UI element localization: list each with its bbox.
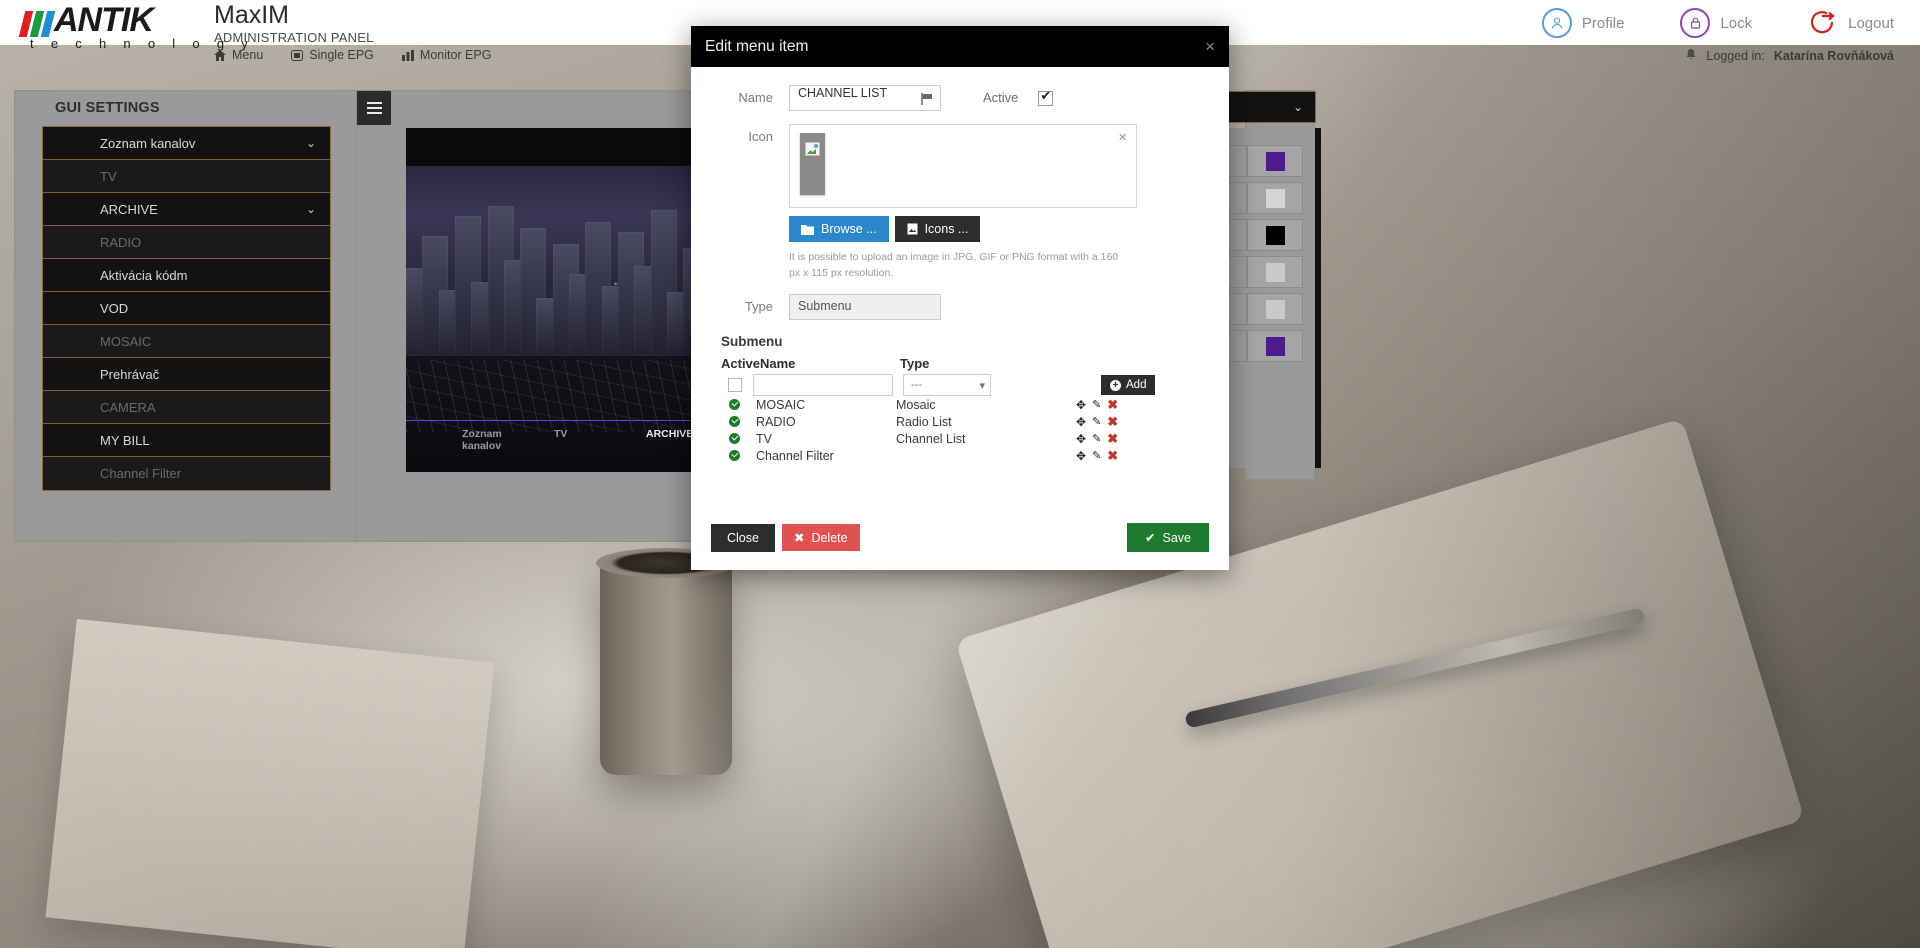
icons-button[interactable]: Icons ... xyxy=(894,216,981,242)
dialog-footer: Close ✖ Delete ✔ Save xyxy=(691,509,1229,570)
close-button[interactable]: Close xyxy=(711,523,775,552)
save-button[interactable]: ✔ Save xyxy=(1127,523,1209,552)
flag-icon[interactable] xyxy=(921,92,934,110)
edit-pencil-icon[interactable]: ✎ xyxy=(1092,432,1101,445)
submenu-table: Active Name Type --- ▾ + Add MOSAIC Mosai… xyxy=(721,356,1176,464)
dialog-title: Edit menu item xyxy=(705,37,809,55)
row-actions: ✥ ✎ ✖ xyxy=(1076,414,1118,430)
column-header-name: Name xyxy=(760,356,796,371)
row-actions: ✥ ✎ ✖ xyxy=(1076,397,1118,413)
column-header-type: Type xyxy=(900,356,930,371)
table-row: TV Channel List ✥ ✎ ✖ xyxy=(721,430,1176,447)
delete-cross-icon[interactable]: ✖ xyxy=(1107,397,1118,413)
submenu-table-header: Active Name Type xyxy=(721,356,1176,371)
upload-hint: It is possible to upload an image in JPG… xyxy=(789,251,1119,279)
active-check-icon[interactable] xyxy=(729,450,740,461)
folder-icon xyxy=(801,224,814,235)
close-icon[interactable]: × xyxy=(1205,38,1215,55)
row-type: Channel List xyxy=(896,431,966,446)
delete-button[interactable]: ✖ Delete xyxy=(781,524,860,551)
edit-pencil-icon[interactable]: ✎ xyxy=(1092,449,1101,462)
row-type: Mosaic xyxy=(896,397,936,412)
row-actions: ✥ ✎ ✖ xyxy=(1076,448,1118,464)
active-check-icon[interactable] xyxy=(729,433,740,444)
active-checkbox[interactable] xyxy=(1038,88,1054,106)
icon-row: Icon × Browse ... Icons ... It is possib… xyxy=(711,124,1209,281)
type-input: Submenu xyxy=(789,294,941,320)
delete-cross-icon[interactable]: ✖ xyxy=(1107,448,1118,464)
active-label: Active xyxy=(983,90,1019,105)
row-actions: ✥ ✎ ✖ xyxy=(1076,431,1118,447)
icon-thumbnail xyxy=(800,133,825,195)
edit-menu-item-dialog: Edit menu item × Name CHANNEL LIST Activ… xyxy=(691,26,1229,570)
new-row-type-select[interactable]: --- ▾ xyxy=(903,374,991,396)
move-icon[interactable]: ✥ xyxy=(1076,415,1086,429)
check-icon: ✔ xyxy=(1145,531,1156,545)
cross-icon: ✖ xyxy=(793,531,805,545)
browse-button[interactable]: Browse ... xyxy=(789,216,889,242)
type-label: Type xyxy=(744,299,773,314)
row-name: RADIO xyxy=(756,414,796,429)
delete-label: Delete xyxy=(811,530,848,545)
submenu-section-title: Submenu xyxy=(721,334,783,349)
table-row: Channel Filter ✥ ✎ ✖ xyxy=(721,447,1176,464)
new-row-name-input[interactable] xyxy=(753,374,893,396)
icon-clear-icon[interactable]: × xyxy=(1118,129,1127,146)
table-row: MOSAIC Mosaic ✥ ✎ ✖ xyxy=(721,396,1176,413)
row-type: Radio List xyxy=(896,414,952,429)
icons-label: Icons ... xyxy=(924,222,969,236)
add-label: Add xyxy=(1126,379,1147,391)
name-row: Name CHANNEL LIST Active xyxy=(711,85,1209,111)
edit-pencil-icon[interactable]: ✎ xyxy=(1092,398,1101,411)
name-input[interactable]: CHANNEL LIST xyxy=(789,85,941,111)
edit-pencil-icon[interactable]: ✎ xyxy=(1092,415,1101,428)
browse-label: Browse ... xyxy=(821,222,877,236)
save-label: Save xyxy=(1162,530,1192,545)
dialog-header: Edit menu item × xyxy=(691,26,1229,67)
icon-buttons: Browse ... Icons ... xyxy=(789,216,1137,242)
name-label: Name xyxy=(738,90,773,105)
move-icon[interactable]: ✥ xyxy=(1076,432,1086,446)
move-icon[interactable]: ✥ xyxy=(1076,398,1086,412)
row-name: Channel Filter xyxy=(756,448,834,463)
active-check-icon[interactable] xyxy=(729,416,740,427)
dialog-body: Name CHANNEL LIST Active Icon × xyxy=(691,67,1229,464)
chevron-down-icon: ▾ xyxy=(979,379,985,392)
new-row-active-checkbox[interactable] xyxy=(728,378,742,392)
broken-image-icon xyxy=(805,142,820,156)
row-name: MOSAIC xyxy=(756,397,806,412)
table-row: RADIO Radio List ✥ ✎ ✖ xyxy=(721,413,1176,430)
delete-cross-icon[interactable]: ✖ xyxy=(1107,431,1118,447)
icon-column: × Browse ... Icons ... It is possible to… xyxy=(789,124,1137,281)
add-button[interactable]: + Add xyxy=(1101,375,1156,395)
row-name: TV xyxy=(756,431,772,446)
move-icon[interactable]: ✥ xyxy=(1076,449,1086,463)
image-file-icon xyxy=(907,223,918,235)
submenu-rows: MOSAIC Mosaic ✥ ✎ ✖ RADIO Radio List ✥ ✎ ✖ TV Chann… xyxy=(721,396,1176,464)
delete-cross-icon[interactable]: ✖ xyxy=(1107,414,1118,430)
name-field-wrap: CHANNEL LIST xyxy=(789,85,941,111)
icon-dropzone[interactable]: × xyxy=(789,124,1137,208)
icon-label: Icon xyxy=(748,129,773,144)
active-check-icon[interactable] xyxy=(729,399,740,410)
plus-icon: + xyxy=(1110,379,1121,391)
submenu-new-row: --- ▾ + Add xyxy=(721,374,1176,396)
type-row: Type Submenu xyxy=(711,294,1209,320)
new-row-type-value: --- xyxy=(911,379,922,391)
column-header-active: Active xyxy=(721,356,761,371)
